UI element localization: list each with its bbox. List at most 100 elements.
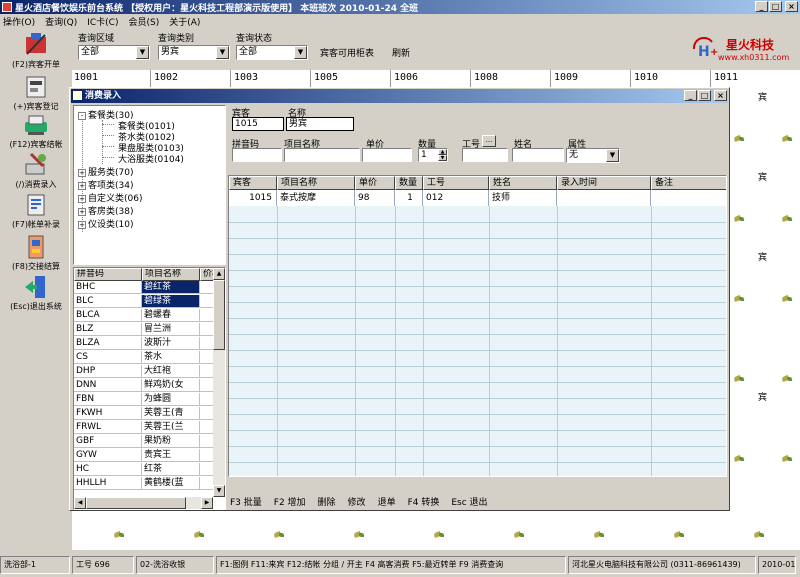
gender-select[interactable]: 男宾 ▼	[158, 45, 230, 60]
refund-button[interactable]: 退单	[378, 495, 396, 508]
scroll-right-icon[interactable]: ▶	[201, 497, 213, 509]
expand-icon[interactable]: +	[78, 181, 86, 190]
sidebar-item-open-bill[interactable]: (F2)宾客开单	[0, 32, 72, 70]
status-select[interactable]: 全部 ▼	[236, 45, 308, 60]
scroll-left-icon[interactable]: ◀	[74, 497, 86, 509]
menu-operate[interactable]: 操作(O)	[3, 15, 35, 28]
table-row[interactable]: FKWH 芙蓉王(青	[74, 407, 214, 420]
column-header-price[interactable]: 价格	[200, 268, 214, 281]
table-row[interactable]: BLC 碧绿茶	[74, 295, 214, 308]
sidebar-item-register[interactable]: (+)宾客登记	[0, 74, 72, 112]
area-select[interactable]: 全部 ▼	[78, 45, 150, 60]
room-number[interactable]: 1002	[154, 72, 178, 83]
collapse-icon[interactable]: -	[78, 111, 86, 120]
room-number[interactable]: 1008	[474, 72, 498, 83]
staff-browse-button[interactable]: ...	[482, 135, 496, 147]
room-number[interactable]: 1009	[554, 72, 578, 83]
delete-button[interactable]: 删除	[318, 495, 336, 508]
table-row[interactable]: BHC 碧红茶	[74, 281, 214, 294]
expand-icon[interactable]: +	[78, 168, 86, 177]
table-row[interactable]: FBN 为蜂圆	[74, 393, 214, 406]
staff-input[interactable]	[462, 148, 508, 162]
chevron-down-icon[interactable]: ▼	[294, 46, 307, 59]
menu-about[interactable]: 关于(A)	[169, 15, 200, 28]
guest-field[interactable]: 1015	[232, 117, 284, 131]
table-row[interactable]: BLZ 冒兰洲	[74, 323, 214, 336]
item-grid-vscroll[interactable]: ▲ ▼	[213, 268, 225, 497]
column-header-qty[interactable]: 数量	[395, 176, 423, 190]
tree-node[interactable]: + 自定义类(06)	[78, 191, 142, 204]
price-input[interactable]	[362, 148, 412, 162]
batch-button[interactable]: F3 批量	[230, 495, 262, 508]
code-input[interactable]	[232, 148, 282, 162]
dialog-minimize-button[interactable]: _	[684, 90, 697, 101]
item-grid-hscroll[interactable]: ◀ ▶	[74, 497, 213, 509]
table-row[interactable]: HC 红茶	[74, 463, 214, 476]
tree-node[interactable]: + 仪设类(10)	[78, 217, 133, 230]
table-row[interactable]: GBF 果奶粉	[74, 435, 214, 448]
menu-member[interactable]: 会员(S)	[128, 15, 159, 28]
chevron-down-icon[interactable]: ▼	[216, 46, 229, 59]
room-number[interactable]: 1010	[634, 72, 658, 83]
room-number[interactable]: 1011	[714, 72, 738, 83]
room-number[interactable]: 1006	[394, 72, 418, 83]
table-row[interactable]: GYW 贵宾王	[74, 449, 214, 462]
room-number[interactable]: 1001	[74, 72, 98, 83]
expand-icon[interactable]: +	[78, 220, 86, 229]
tree-node[interactable]: 大浴服类(0104)	[118, 152, 184, 165]
attr-select[interactable]: 无 ▼	[566, 148, 620, 163]
table-row[interactable]: DHP 大红袍	[74, 365, 214, 378]
dialog-close-button[interactable]: ×	[714, 90, 727, 101]
column-header-time[interactable]: 录入时间	[557, 176, 651, 190]
scroll-thumb[interactable]	[86, 497, 186, 509]
tree-node[interactable]: + 客房类(38)	[78, 204, 133, 217]
close-button[interactable]: ×	[785, 1, 798, 12]
column-header-code[interactable]: 拼音码	[74, 268, 142, 281]
table-row[interactable]: FRWL 芙蓉王(兰	[74, 421, 214, 434]
sidebar-item-handover[interactable]: (F8)交接结算	[0, 234, 72, 272]
tree-node[interactable]: + 客项类(34)	[78, 178, 133, 191]
sidebar-item-checkout[interactable]: (F12)宾客结帐	[0, 112, 72, 150]
menu-iccard[interactable]: IC卡(C)	[87, 15, 118, 28]
column-header-guest[interactable]: 宾客	[229, 176, 277, 190]
expand-icon[interactable]: +	[78, 207, 86, 216]
column-header-note[interactable]: 备注	[651, 176, 726, 190]
stepper-down-icon[interactable]: ▼	[438, 155, 447, 161]
column-header-staffname[interactable]: 姓名	[489, 176, 557, 190]
chevron-down-icon[interactable]: ▼	[606, 149, 619, 162]
scroll-up-icon[interactable]: ▲	[213, 268, 225, 280]
expand-icon[interactable]: +	[78, 194, 86, 203]
name-field[interactable]: 男宾	[286, 117, 354, 131]
chevron-down-icon[interactable]: ▼	[136, 46, 149, 59]
menu-query[interactable]: 查询(Q)	[45, 15, 77, 28]
scroll-thumb[interactable]	[213, 280, 225, 350]
scroll-down-icon[interactable]: ▼	[213, 485, 225, 497]
exit-button[interactable]: Esc 退出	[451, 495, 487, 508]
minimize-button[interactable]: _	[755, 1, 768, 12]
dialog-maximize-button[interactable]: □	[698, 90, 711, 101]
room-number[interactable]: 1003	[234, 72, 258, 83]
column-header-name[interactable]: 项目名称	[142, 268, 200, 281]
column-header-item[interactable]: 项目名称	[277, 176, 355, 190]
table-row[interactable]: 1015 泰式按摩 98 1 012 技师	[229, 190, 726, 206]
sidebar-item-bill-makeup[interactable]: (F7)帐单补录	[0, 192, 72, 230]
edit-button[interactable]: 修改	[348, 495, 366, 508]
table-row[interactable]: CS 茶水	[74, 351, 214, 364]
table-row[interactable]: HHLLH 黄鹤楼(蓝	[74, 477, 214, 490]
sidebar-item-consume[interactable]: (/)消费录入	[0, 152, 72, 190]
table-row[interactable]: BLZA 波斯汁	[74, 337, 214, 350]
maximize-button[interactable]: □	[769, 1, 782, 12]
item-input[interactable]	[284, 148, 360, 162]
refresh-button[interactable]: 刷新	[392, 46, 410, 59]
column-header-price[interactable]: 单价	[355, 176, 395, 190]
table-row[interactable]: DNN 鲜鸡奶(女	[74, 379, 214, 392]
add-button[interactable]: F2 增加	[274, 495, 306, 508]
table-row[interactable]: BLCA 碧螺春	[74, 309, 214, 322]
room-number[interactable]: 1005	[314, 72, 338, 83]
staffname-input[interactable]	[512, 148, 564, 162]
column-header-staff[interactable]: 工号	[423, 176, 489, 190]
convert-button[interactable]: F4 转换	[408, 495, 440, 508]
available-cabinets-link[interactable]: 宾客可用柜表	[320, 46, 374, 59]
tree-node[interactable]: + 服务类(70)	[78, 165, 133, 178]
sidebar-item-exit[interactable]: (Esc)退出系统	[0, 274, 72, 312]
